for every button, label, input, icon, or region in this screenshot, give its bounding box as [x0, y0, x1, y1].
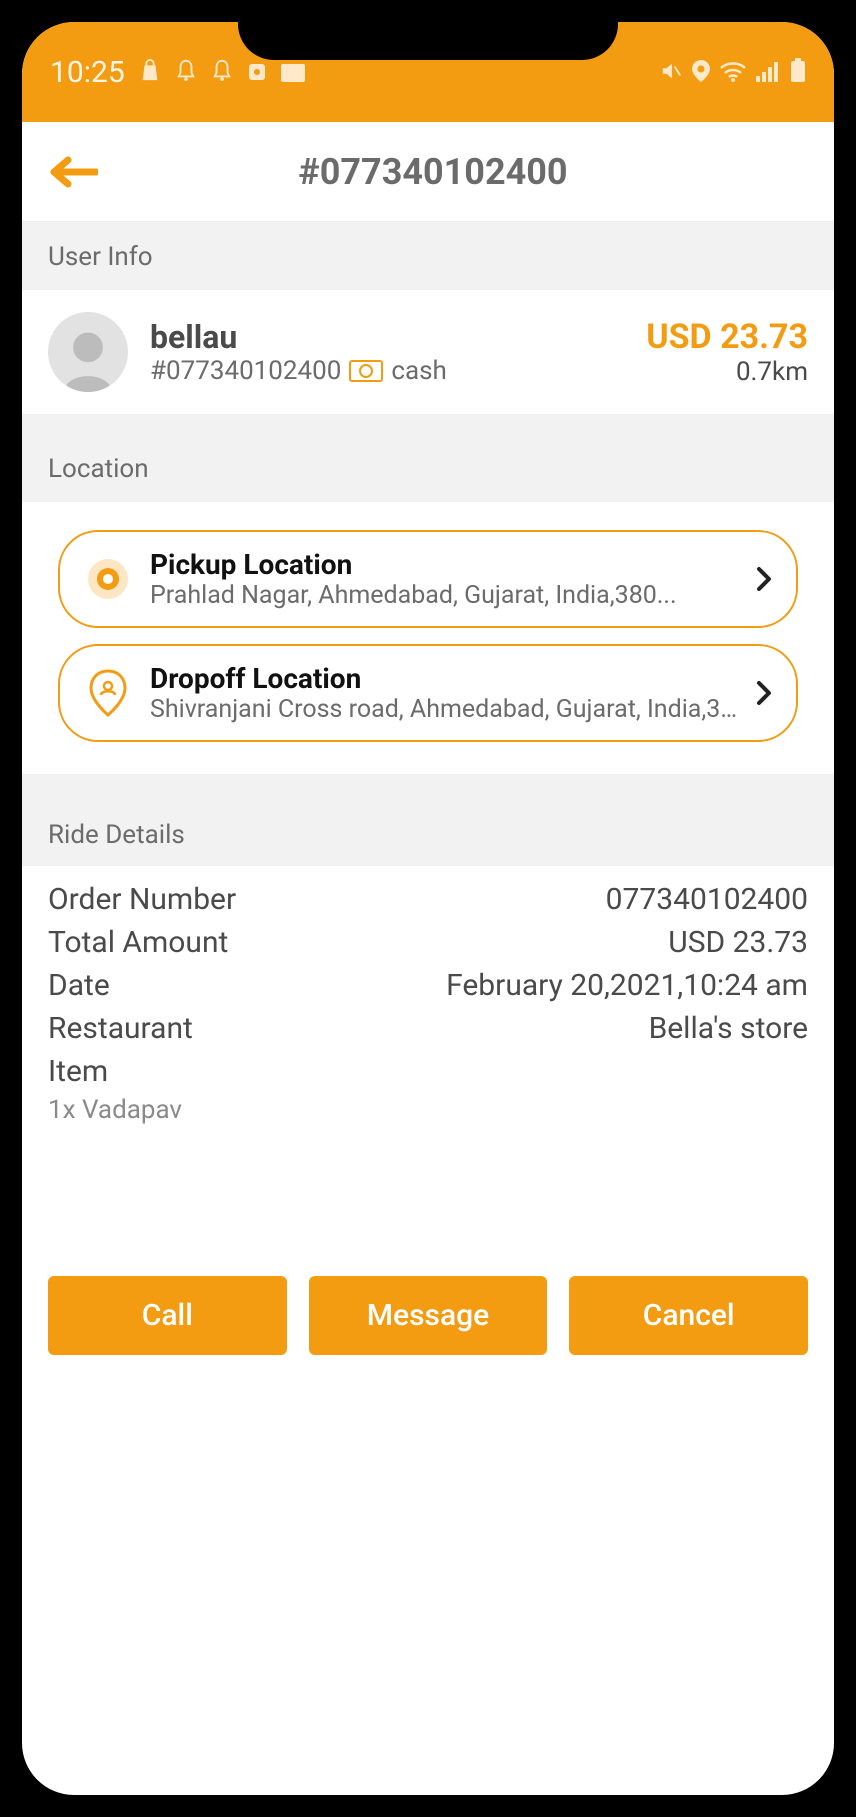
- card-icon: [281, 56, 305, 89]
- dropoff-title: Dropoff Location: [150, 662, 738, 695]
- bag-icon: [139, 56, 161, 89]
- rd-label: Restaurant: [48, 1011, 193, 1046]
- app-icon: [247, 56, 267, 89]
- rd-label: Item: [48, 1054, 108, 1089]
- rd-value: USD 23.73: [668, 925, 808, 960]
- price-amount: USD 23.73: [646, 317, 808, 357]
- user-card: bellau #077340102400 cash USD 23.73 0.7k…: [22, 290, 834, 414]
- rd-label: Total Amount: [48, 925, 228, 960]
- bell-icon: [175, 56, 197, 89]
- rd-value: Bella's store: [649, 1011, 808, 1046]
- user-name: bellau: [150, 318, 624, 356]
- call-button[interactable]: Call: [48, 1276, 287, 1355]
- rd-value: 077340102400: [606, 882, 808, 917]
- mute-icon: [660, 56, 682, 89]
- action-bar: Call Message Cancel: [22, 1276, 834, 1355]
- chevron-right-icon: [756, 566, 772, 592]
- page-title: #077340102400: [58, 151, 808, 193]
- rd-label: Order Number: [48, 882, 236, 917]
- header-bar: #077340102400: [22, 122, 834, 222]
- cancel-button[interactable]: Cancel: [569, 1276, 808, 1355]
- dropoff-location-card[interactable]: Dropoff Location Shivranjani Cross road,…: [58, 644, 798, 742]
- pickup-location-card[interactable]: Pickup Location Prahlad Nagar, Ahmedabad…: [58, 530, 798, 628]
- distance: 0.7km: [646, 357, 808, 387]
- section-label-location: Location: [22, 434, 834, 502]
- dropoff-address: Shivranjani Cross road, Ahmedabad, Gujar…: [150, 695, 738, 724]
- section-label-ride-details: Ride Details: [22, 794, 834, 866]
- dropoff-icon: [84, 669, 132, 717]
- avatar: [48, 312, 128, 392]
- bell-icon: [211, 56, 233, 89]
- status-time: 10:25: [50, 55, 125, 90]
- wifi-icon: [720, 56, 746, 89]
- battery-icon: [790, 56, 806, 89]
- cash-icon: [349, 360, 383, 382]
- location-icon: [692, 56, 710, 89]
- ride-item: 1x Vadapav: [48, 1093, 808, 1125]
- rd-value: February 20,2021,10:24 am: [446, 968, 808, 1003]
- ride-details: Order Number 077340102400 Total Amount USD…: [22, 866, 834, 1147]
- user-order-ref: #077340102400: [150, 356, 341, 386]
- pickup-address: Prahlad Nagar, Ahmedabad, Gujarat, India…: [150, 581, 738, 610]
- signal-icon: [756, 56, 780, 89]
- pickup-title: Pickup Location: [150, 548, 738, 581]
- rd-label: Date: [48, 968, 110, 1003]
- payment-method: cash: [391, 356, 447, 386]
- pickup-icon: [84, 555, 132, 603]
- section-label-user-info: User Info: [22, 222, 834, 290]
- message-button[interactable]: Message: [309, 1276, 548, 1355]
- chevron-right-icon: [756, 680, 772, 706]
